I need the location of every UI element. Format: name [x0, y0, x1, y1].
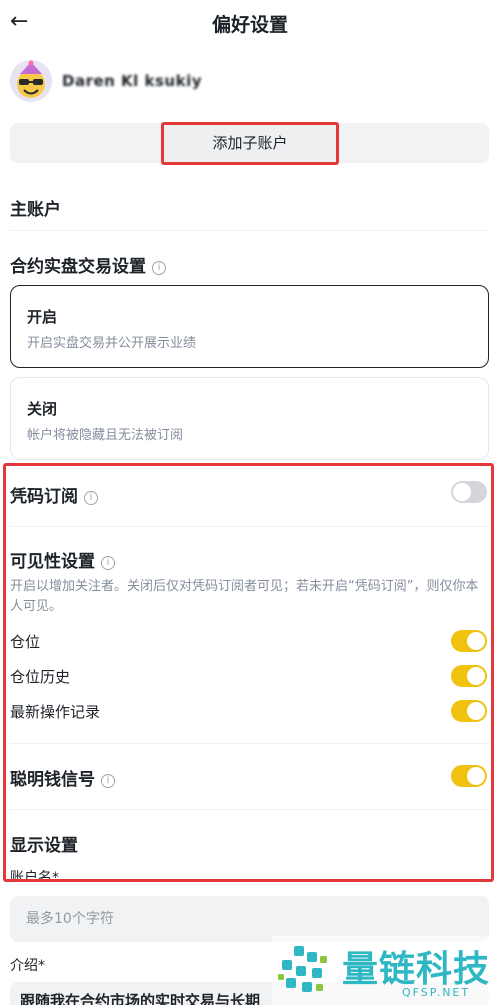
- contract-trading-title: 合约实盘交易设置 i: [10, 252, 166, 277]
- add-subaccount-button[interactable]: 添加子账户: [161, 122, 339, 165]
- page-title: 偏好设置: [211, 14, 288, 36]
- watermark-site: QFSP.NET: [402, 986, 471, 999]
- intro-label: 介绍*: [10, 958, 45, 974]
- option-card-enable[interactable]: 开启 开启实盘交易并公开展示业绩: [10, 285, 489, 368]
- option-card-disable[interactable]: 关闭 帐户将被隐藏且无法被订阅: [10, 377, 489, 460]
- avatar[interactable]: [10, 60, 52, 102]
- option-description: 帐户将被隐藏且无法被订阅: [27, 428, 184, 443]
- option-label: 关闭: [27, 400, 58, 418]
- top-bar: ← 偏好设置: [0, 0, 500, 48]
- intro-input-value[interactable]: 跟随我在合约市场的实时交易与长期: [20, 990, 260, 1005]
- username: Daren Kl ksukiy: [62, 72, 203, 90]
- info-icon[interactable]: i: [152, 261, 166, 275]
- main-account-title: 主账户: [10, 200, 61, 220]
- option-description: 开启实盘交易并公开展示业绩: [27, 336, 197, 351]
- highlight-frame: [3, 463, 494, 882]
- watermark-logo: 量链科技 QFSP.NET: [272, 936, 500, 1005]
- contract-trading-title-text: 合约实盘交易设置: [10, 257, 146, 277]
- divider: [10, 230, 490, 231]
- watermark-name: 量链科技: [342, 949, 491, 990]
- option-label: 开启: [27, 308, 58, 326]
